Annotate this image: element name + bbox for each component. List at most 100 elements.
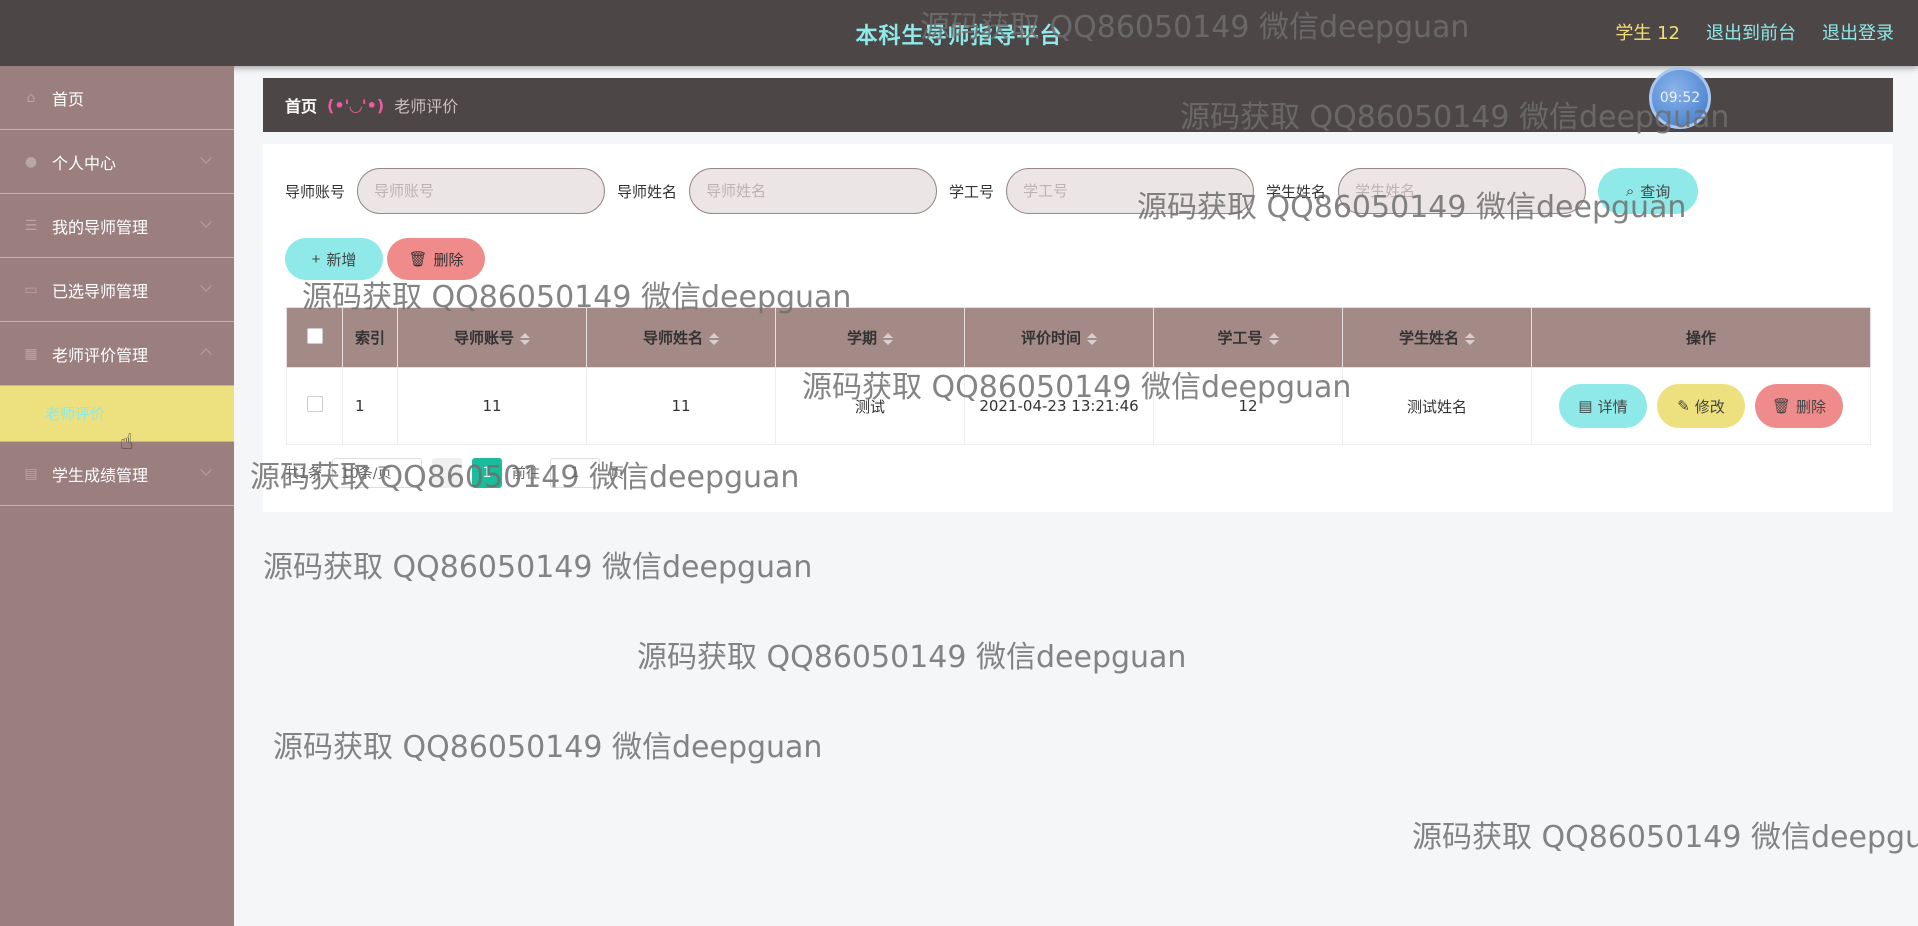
breadcrumb-separator: (•'◡'•) xyxy=(327,95,385,115)
action-bar: + 新增 🗑 删除 xyxy=(285,238,485,280)
search-label-student-id: 学工号 xyxy=(949,182,995,201)
list-icon: ☰ xyxy=(24,217,38,234)
prev-page-button[interactable] xyxy=(431,458,462,488)
hand-cursor-icon: ☝ xyxy=(120,430,134,455)
col-tutor-name[interactable]: 导师姓名 xyxy=(586,307,776,368)
watermark-text: 源码获取 QQ86050149 微信deepguan xyxy=(273,730,823,765)
sort-icon[interactable] xyxy=(520,332,530,345)
sidebar-item-label: 老师评价管理 xyxy=(52,345,149,365)
cell-student-id: 12 xyxy=(1153,367,1343,445)
table-header-row: 索引 导师账号 导师姓名 学期 评价时间 学工号 学生姓名 操作 xyxy=(286,307,1871,368)
query-label: 查询 xyxy=(1640,183,1671,201)
row-select-cell[interactable] xyxy=(286,367,343,445)
data-table: 索引 导师账号 导师姓名 学期 评价时间 学工号 学生姓名 操作 1 11 11… xyxy=(286,307,1871,445)
col-student-name[interactable]: 学生姓名 xyxy=(1342,307,1532,368)
cell-semester: 测试 xyxy=(775,367,965,445)
top-header: 本科生导师指导平台 学生 12 退出到前台 退出登录 xyxy=(0,0,1918,66)
col-tutor-account[interactable]: 导师账号 xyxy=(397,307,587,368)
col-student-id[interactable]: 学工号 xyxy=(1153,307,1343,368)
tutor-account-input[interactable] xyxy=(357,168,606,214)
trash-icon: 🗑 xyxy=(1771,398,1792,415)
current-user: 学生 12 xyxy=(1615,23,1680,44)
sidebar-subitem-teacher-eval[interactable]: 老师评价 xyxy=(0,386,234,442)
chevron-up-icon xyxy=(200,348,212,360)
search-bar: 导师账号 导师姓名 学工号 学生姓名 ⌕ 查询 xyxy=(285,168,1699,214)
sort-icon[interactable] xyxy=(709,332,719,345)
sidebar-item-selected-tutor[interactable]: ▭ 已选导师管理 xyxy=(0,258,234,322)
detail-button[interactable]: ▤ 详情 xyxy=(1559,384,1647,428)
sidebar-item-label: 我的导师管理 xyxy=(52,217,149,237)
calendar-icon: ▦ xyxy=(24,345,38,362)
breadcrumb: 首页 (•'◡'•) 老师评价 xyxy=(263,78,1893,132)
cell-tutor-account: 11 xyxy=(397,367,587,445)
goto-label: 前往 xyxy=(511,466,540,482)
sort-icon[interactable] xyxy=(1465,332,1475,345)
sidebar-item-my-tutor[interactable]: ☰ 我的导师管理 xyxy=(0,194,234,258)
delete-label: 删除 xyxy=(433,251,464,269)
watermark-text: 源码获取 QQ86050149 微信deepguan xyxy=(1412,820,1918,855)
exit-to-front-link[interactable]: 退出到前台 xyxy=(1706,19,1796,45)
select-all-header[interactable] xyxy=(286,307,343,368)
table-row: 1 11 11 测试 2021-04-23 13:21:46 12 测试姓名 ▤… xyxy=(286,367,1871,445)
trash-icon: 🗑 xyxy=(408,251,428,268)
student-name-input[interactable] xyxy=(1338,168,1587,214)
top-links: 学生 12 退出到前台 退出登录 xyxy=(1615,19,1894,45)
query-button[interactable]: ⌕ 查询 xyxy=(1598,168,1699,214)
search-icon: ⌕ xyxy=(1625,182,1635,200)
chevron-down-icon xyxy=(200,152,212,164)
sidebar-item-grades[interactable]: ▤ 学生成绩管理 xyxy=(0,442,234,506)
chevron-down-icon xyxy=(200,464,212,476)
cell-tutor-name: 11 xyxy=(586,367,776,445)
student-id-input[interactable] xyxy=(1006,168,1255,214)
breadcrumb-home[interactable]: 首页 xyxy=(285,93,317,117)
chevron-down-icon xyxy=(200,280,212,292)
sort-icon[interactable] xyxy=(1087,332,1097,345)
col-label: 导师账号 xyxy=(453,329,514,347)
col-eval-time[interactable]: 评价时间 xyxy=(964,307,1154,368)
batch-delete-button[interactable]: 🗑 删除 xyxy=(387,238,485,280)
main-panel: 导师账号 导师姓名 学工号 学生姓名 ⌕ 查询 + 新增 🗑 删除 索引 导师账… xyxy=(263,144,1893,512)
chevron-down-icon xyxy=(200,216,212,228)
col-index: 索引 xyxy=(342,307,398,368)
col-semester[interactable]: 学期 xyxy=(775,307,965,368)
add-label: 新增 xyxy=(326,251,357,269)
sidebar-item-teacher-eval[interactable]: ▦ 老师评价管理 xyxy=(0,322,234,386)
detail-label: 详情 xyxy=(1597,398,1628,416)
document-icon: ▤ xyxy=(1578,398,1593,415)
cell-index: 1 xyxy=(342,367,398,445)
home-icon: ⌂ xyxy=(26,89,36,106)
sort-icon[interactable] xyxy=(1268,332,1279,345)
row-checkbox[interactable] xyxy=(306,396,323,412)
goto-page-input[interactable]: 1 xyxy=(549,458,600,488)
sidebar-item-profile[interactable]: ● 个人中心 xyxy=(0,130,234,194)
remove-label: 删除 xyxy=(1796,398,1827,416)
sidebar-item-label: 已选导师管理 xyxy=(52,281,149,301)
page-suffix: 页 xyxy=(609,466,624,482)
tutor-name-input[interactable] xyxy=(689,168,938,214)
sidebar: ⌂ 首页 ● 个人中心 ☰ 我的导师管理 ▭ 已选导师管理 ▦ 老师评价管理 老… xyxy=(0,66,234,926)
sidebar-item-label: 个人中心 xyxy=(52,153,117,173)
edit-button[interactable]: ✎ 修改 xyxy=(1657,384,1745,428)
col-label: 学工号 xyxy=(1217,329,1263,347)
pagination-total: 共1条 xyxy=(285,466,322,482)
cell-operations: ▤ 详情 ✎ 修改 🗑 删除 xyxy=(1531,367,1871,445)
sidebar-item-label: 学生成绩管理 xyxy=(52,465,149,485)
edit-label: 修改 xyxy=(1694,398,1725,416)
select-all-checkbox[interactable] xyxy=(306,327,323,344)
pencil-icon: ✎ xyxy=(1677,398,1690,415)
clock-widget: 09:52 xyxy=(1649,67,1711,129)
sort-icon[interactable] xyxy=(883,332,893,345)
card-icon: ▤ xyxy=(24,465,38,482)
page-number-current[interactable]: 1 xyxy=(471,458,502,488)
user-icon: ● xyxy=(24,153,38,170)
logout-link[interactable]: 退出登录 xyxy=(1822,19,1894,45)
page-size-select[interactable]: 10条/页 xyxy=(331,458,422,488)
watermark-text: 源码获取 QQ86050149 微信deepguan xyxy=(263,550,813,585)
search-label-student-name: 学生姓名 xyxy=(1266,182,1327,201)
sidebar-item-home[interactable]: ⌂ 首页 xyxy=(0,66,234,130)
delete-button[interactable]: 🗑 删除 xyxy=(1755,384,1843,428)
watermark-text: 源码获取 QQ86050149 微信deepguan xyxy=(637,640,1187,675)
pagination: 共1条 10条/页 1 前往 1 页 xyxy=(285,458,624,488)
add-button[interactable]: + 新增 xyxy=(285,238,383,280)
col-operations: 操作 xyxy=(1531,307,1871,368)
